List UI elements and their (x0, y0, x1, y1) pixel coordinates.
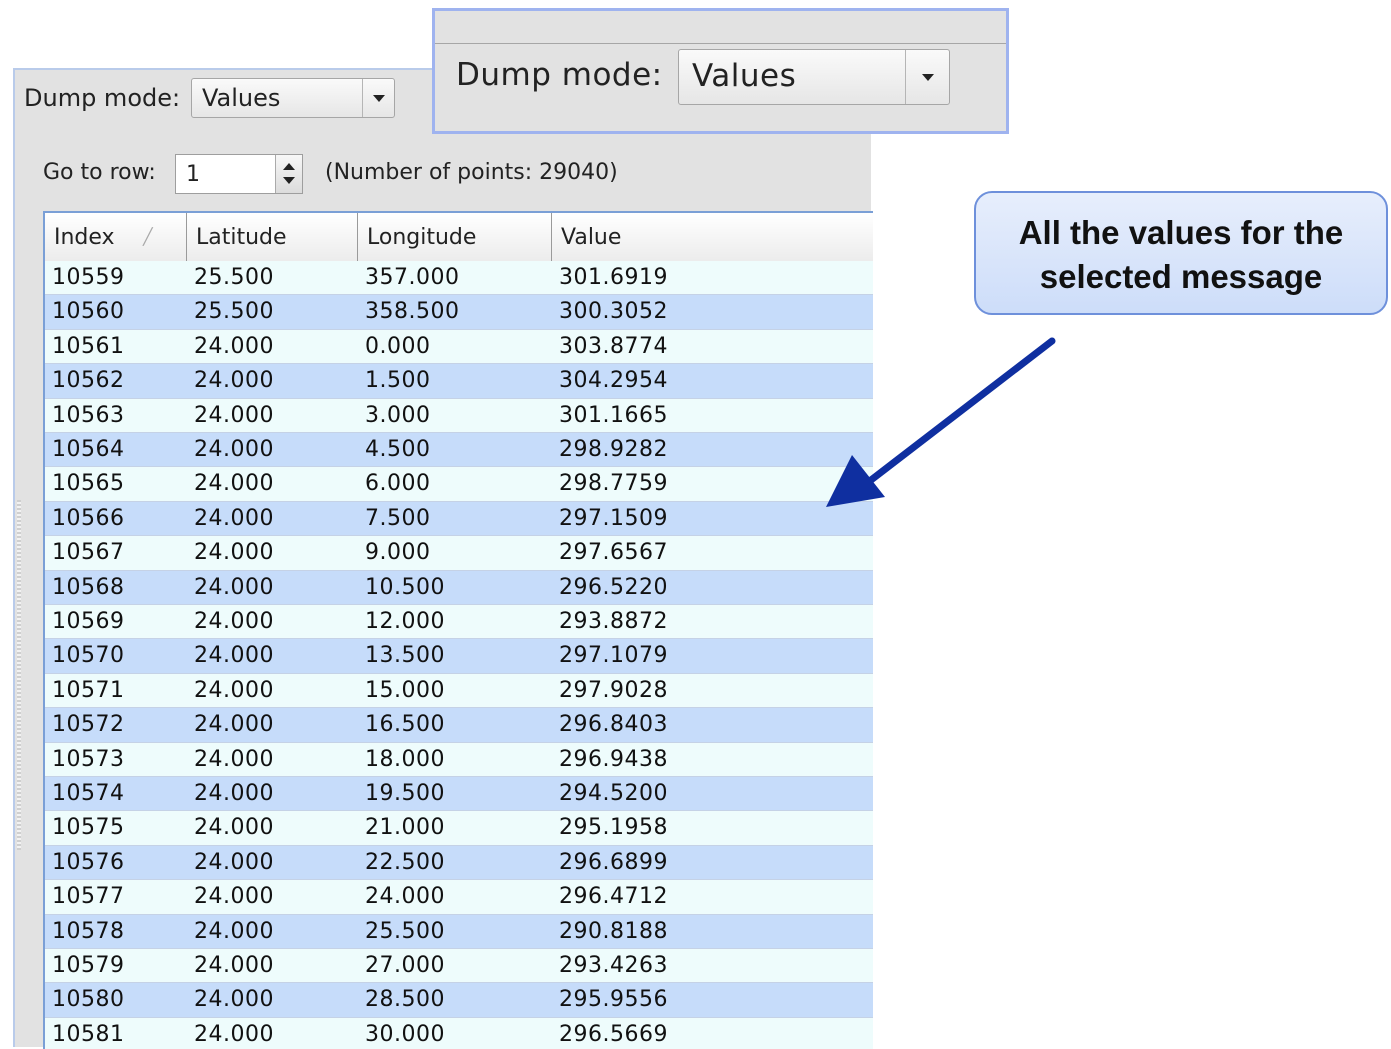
callout-arrow (826, 337, 1056, 507)
